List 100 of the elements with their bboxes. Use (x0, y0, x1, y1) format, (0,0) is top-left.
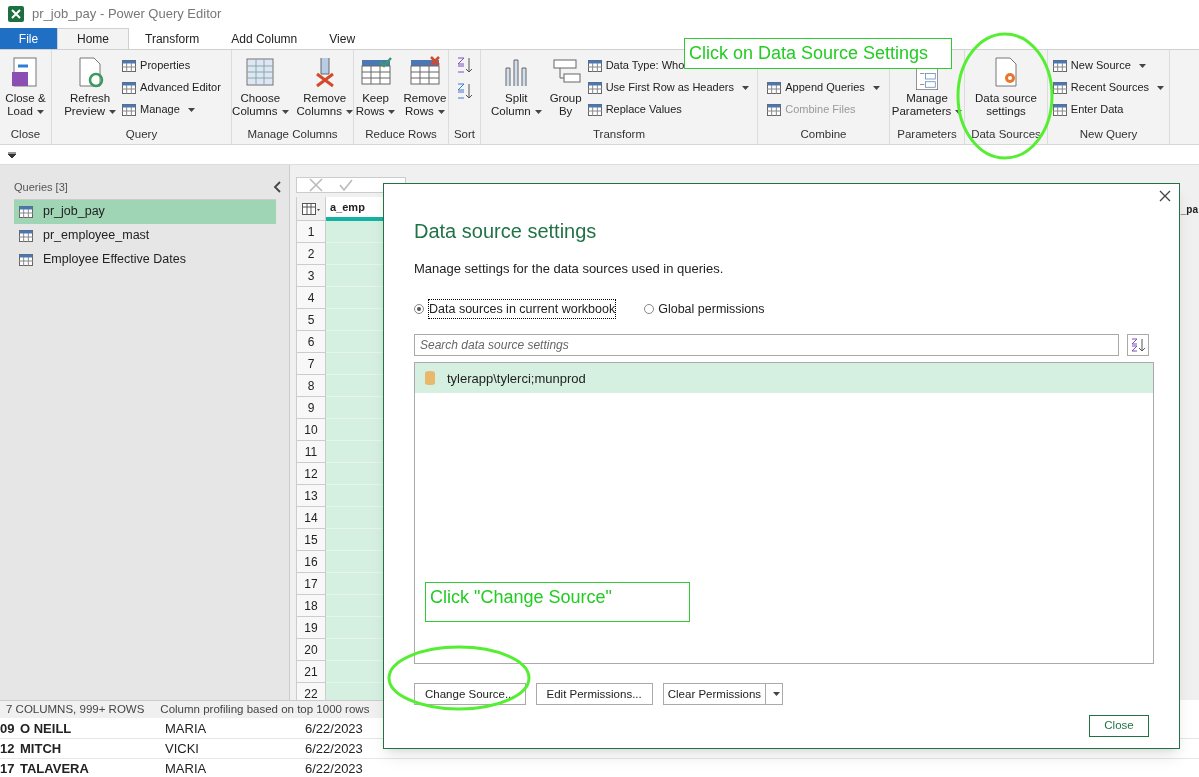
ribbon-button[interactable]: Group By (547, 56, 584, 118)
ribbon-tab[interactable]: Add Column (215, 28, 314, 49)
row-number: 14 (297, 507, 326, 529)
ribbon-button[interactable]: New Source (1052, 56, 1146, 75)
table-check-icon (359, 56, 392, 88)
row-number: 5 (297, 309, 326, 331)
row-number: 7 (297, 353, 326, 375)
ribbon-button[interactable]: Remove Rows (401, 56, 449, 118)
ribbon-button[interactable]: Properties (122, 56, 191, 75)
ribbon-button[interactable]: Use First Row as Headers (587, 78, 749, 97)
table-icon (19, 253, 33, 266)
callout-tooltip: Click "Change Source" (425, 582, 690, 622)
row-number: 21 (297, 661, 326, 683)
row-number: 4 (297, 287, 326, 309)
ribbon-button[interactable]: Data source settings (973, 56, 1039, 118)
column-header[interactable]: _pa (1180, 197, 1199, 221)
close-icon (1159, 190, 1171, 202)
ribbon-button[interactable]: Remove Columns (294, 56, 355, 118)
group-label: Manage Columns (246, 127, 339, 142)
ribbon-button[interactable]: Close & Load (3, 56, 48, 118)
table-icon (767, 103, 782, 116)
ribbon-button[interactable]: Manage (122, 100, 195, 119)
dialog-button[interactable]: Edit Permissions... (535, 683, 653, 706)
status-text: 7 COLUMNS, 999+ ROWS (6, 701, 145, 717)
ribbon-button[interactable]: Advanced Editor (122, 78, 221, 97)
parameters-icon (916, 68, 938, 90)
ribbon-button[interactable]: Data Type: Who (587, 56, 685, 75)
collapse-icon (273, 181, 281, 194)
dialog-button[interactable]: Change Source... (414, 683, 526, 706)
table-cell-text: MITCH (20, 739, 63, 758)
ribbon-tab[interactable]: Home (57, 28, 129, 49)
ribbon-tab[interactable]: View (313, 28, 372, 49)
caret-icon (772, 692, 780, 697)
table-cell-text: VICKI (165, 739, 200, 758)
table-cell-text: 6/22/2023 (305, 719, 364, 738)
ribbon-button[interactable]: Enter Data (1052, 100, 1124, 119)
ribbon-button[interactable]: Recent Sources (1052, 78, 1165, 97)
group-label: Close (9, 127, 42, 142)
row-number: 11 (297, 441, 326, 463)
row-number: 9 (297, 397, 326, 419)
table-cell-text: MARIA (165, 719, 208, 738)
table-icon (122, 103, 137, 116)
group-label: Reduce Rows (364, 127, 438, 142)
table-icon (244, 56, 277, 88)
table-cell-text: MARIA (165, 759, 208, 777)
row-number: 17 (297, 573, 326, 595)
ribbon-button[interactable]: Split Column (489, 56, 544, 118)
table-icon (19, 205, 33, 218)
caret-icon (36, 109, 44, 114)
queries-heading: Queries [3] (14, 180, 68, 195)
row-number: 19 (297, 617, 326, 639)
table-remove-icon (408, 56, 441, 88)
row-number: 2 (297, 243, 326, 265)
radio-option[interactable]: Global permissions (644, 299, 765, 319)
group-label: Transform (592, 127, 646, 142)
excel-logo-icon (8, 6, 24, 22)
table-icon (1052, 81, 1067, 94)
dialog-description: Manage settings for the data sources used in queries. (414, 260, 725, 278)
caret-icon (955, 109, 963, 114)
table-icon (1052, 103, 1067, 116)
ribbon-button[interactable]: Keep Rows (353, 56, 398, 118)
ribbon-button[interactable]: Choose Columns (230, 56, 291, 118)
table-cell-text: O NEILL (20, 719, 73, 738)
table-icon (19, 229, 33, 242)
table-icon (587, 59, 602, 72)
close-button[interactable] (1159, 190, 1171, 202)
file-tab[interactable]: File (0, 28, 57, 49)
row-number: 1 (297, 221, 326, 243)
table-cell-text: TALAVERA (20, 759, 90, 777)
ribbon-button[interactable]: Append Queries (767, 78, 880, 97)
ribbon-tab[interactable]: Transform (129, 28, 216, 49)
caret-icon (1138, 63, 1146, 68)
search-field[interactable]: Search data source settings (414, 334, 1120, 357)
table-menu-icon (302, 202, 320, 215)
corner-cell[interactable] (297, 197, 326, 221)
caret-icon (388, 109, 396, 114)
split-button[interactable]: Clear Permissions (662, 683, 784, 706)
query-item[interactable]: pr_job_pay (14, 199, 276, 224)
caret-icon (742, 85, 749, 90)
row-number: 10 (297, 419, 326, 441)
table-cell-text: 12 (0, 739, 16, 758)
query-item[interactable]: Employee Effective Dates (14, 247, 276, 272)
callout-tooltip: Click on Data Source Settings (684, 38, 952, 69)
query-item[interactable]: pr_employee_mast (14, 223, 276, 248)
row-number: 8 (297, 375, 326, 397)
close-dialog-button[interactable]: Close (1089, 715, 1149, 737)
row-number: 15 (297, 529, 326, 551)
ribbon-button[interactable]: Replace Values (587, 100, 682, 119)
row-number: 20 (297, 639, 326, 661)
sort-ascending-icon (455, 56, 474, 74)
caret-icon (1157, 85, 1165, 90)
window-title: pr_job_pay - Power Query Editor (32, 5, 222, 24)
row-number: 18 (297, 595, 326, 617)
row-number: 12 (297, 463, 326, 485)
source-item[interactable]: tylerapp\tylerci;munprod (415, 363, 1153, 394)
sort-button[interactable] (1127, 334, 1149, 357)
table-cell-text: 6/22/2023 (305, 739, 364, 758)
caret-icon (109, 109, 117, 114)
ribbon-button[interactable]: Refresh Preview (62, 56, 119, 118)
table-icon (122, 59, 137, 72)
